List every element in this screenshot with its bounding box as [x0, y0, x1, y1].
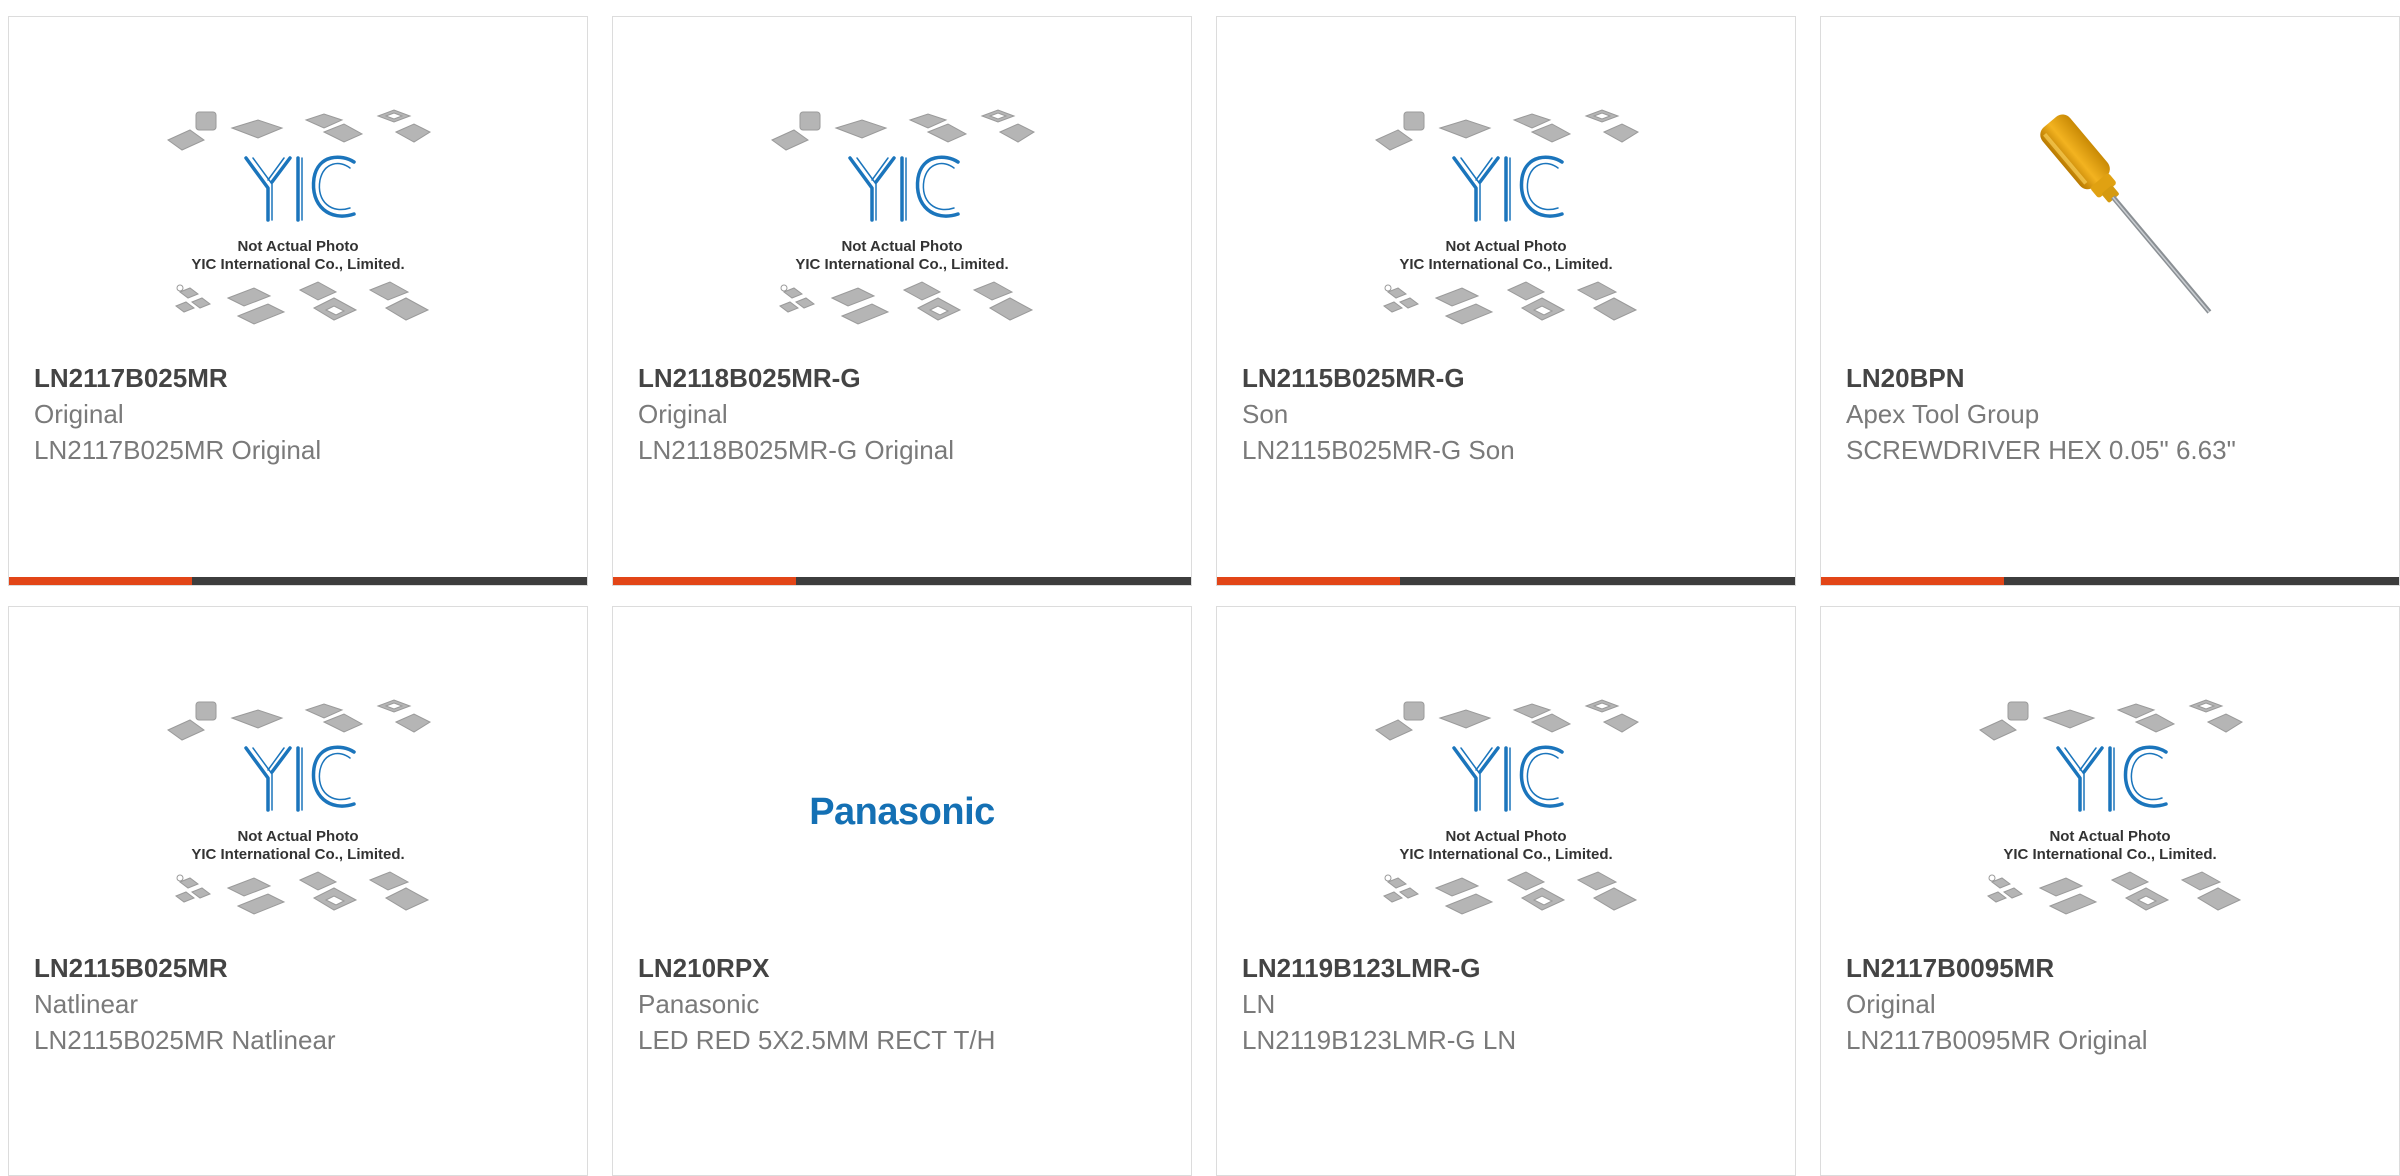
placeholder-line2: YIC International Co., Limited.	[2003, 846, 2216, 863]
description: SCREWDRIVER HEX 0.05" 6.63"	[1846, 435, 2236, 465]
screwdriver-icon	[2040, 114, 2212, 314]
product-card[interactable]: LN20BPN Apex Tool Group SCREWDRIVER HEX …	[1820, 16, 2400, 586]
description: LN2117B0095MR Original	[1846, 1025, 2148, 1055]
description: LN2115B025MR-G Son	[1242, 435, 1515, 465]
yic-placeholder-icon: Not Actual Photo YIC International Co., …	[166, 108, 432, 326]
part-number[interactable]: LN2118B025MR-G	[638, 360, 1171, 396]
placeholder-line2: YIC International Co., Limited.	[795, 256, 1008, 273]
description: LN2117B025MR Original	[34, 435, 322, 465]
product-image: Not Actual Photo YIC International Co., …	[613, 77, 1191, 367]
manufacturer: Panasonic	[638, 989, 760, 1019]
product-image: Not Actual Photo YIC International Co., …	[9, 77, 587, 367]
product-card[interactable]: Not Actual Photo YIC International Co., …	[8, 16, 588, 586]
part-number[interactable]: LN2117B025MR	[34, 360, 567, 396]
placeholder-line1: Not Actual Photo	[237, 238, 358, 255]
card-accent-bar	[613, 577, 796, 585]
card-footer-bar	[1217, 577, 1795, 585]
yic-placeholder-icon: Not Actual Photo YIC International Co., …	[770, 108, 1036, 326]
description: LN2119B123LMR-G LN	[1242, 1025, 1517, 1055]
manufacturer: LN	[1242, 989, 1276, 1019]
description: LED RED 5X2.5MM RECT T/H	[638, 1025, 996, 1055]
manufacturer: Apex Tool Group	[1846, 399, 2040, 429]
product-grid: Not Actual Photo YIC International Co., …	[8, 16, 2400, 1176]
manufacturer: Original	[34, 399, 124, 429]
manufacturer: Original	[638, 399, 728, 429]
product-card[interactable]: Not Actual Photo YIC International Co., …	[1820, 606, 2400, 1176]
placeholder-line1: Not Actual Photo	[1445, 238, 1566, 255]
description: LN2115B025MR Natlinear	[34, 1025, 336, 1055]
product-card[interactable]: Not Actual Photo YIC International Co., …	[612, 16, 1192, 586]
product-image	[1821, 77, 2399, 367]
card-accent-bar	[9, 577, 192, 585]
product-image: Not Actual Photo YIC International Co., …	[1217, 667, 1795, 957]
product-card[interactable]: Not Actual Photo YIC International Co., …	[1216, 606, 1796, 1176]
placeholder-line1: Not Actual Photo	[237, 828, 358, 845]
placeholder-line2: YIC International Co., Limited.	[191, 846, 404, 863]
product-image: Not Actual Photo YIC International Co., …	[1821, 667, 2399, 957]
part-number[interactable]: LN2119B123LMR-G	[1242, 950, 1775, 986]
product-card[interactable]: Not Actual Photo YIC International Co., …	[8, 606, 588, 1176]
card-footer-bar	[1821, 577, 2399, 585]
placeholder-line1: Not Actual Photo	[2049, 828, 2170, 845]
placeholder-line2: YIC International Co., Limited.	[1399, 256, 1612, 273]
product-card[interactable]: Panasonic LN210RPX Panasonic LED RED 5X2…	[612, 606, 1192, 1176]
panasonic-logo: Panasonic	[809, 790, 995, 833]
placeholder-line2: YIC International Co., Limited.	[1399, 846, 1612, 863]
yic-placeholder-icon: Not Actual Photo YIC International Co., …	[166, 698, 432, 916]
yic-placeholder-icon: Not Actual Photo YIC International Co., …	[1978, 698, 2244, 916]
manufacturer: Son	[1242, 399, 1289, 429]
part-number[interactable]: LN20BPN	[1846, 360, 2379, 396]
manufacturer: Original	[1846, 989, 1936, 1019]
yic-placeholder-icon: Not Actual Photo YIC International Co., …	[1374, 698, 1640, 916]
part-number[interactable]: LN2115B025MR-G	[1242, 360, 1775, 396]
product-image: Not Actual Photo YIC International Co., …	[1217, 77, 1795, 367]
product-card[interactable]: Not Actual Photo YIC International Co., …	[1216, 16, 1796, 586]
description: LN2118B025MR-G Original	[638, 435, 954, 465]
card-accent-bar	[1217, 577, 1400, 585]
card-footer-bar	[9, 577, 587, 585]
product-image: Not Actual Photo YIC International Co., …	[9, 667, 587, 957]
part-number[interactable]: LN2117B0095MR	[1846, 950, 2379, 986]
placeholder-line1: Not Actual Photo	[1445, 828, 1566, 845]
yic-placeholder-icon: Not Actual Photo YIC International Co., …	[1374, 108, 1640, 326]
card-accent-bar	[1821, 577, 2004, 585]
placeholder-line2: YIC International Co., Limited.	[191, 256, 404, 273]
placeholder-line1: Not Actual Photo	[841, 238, 962, 255]
product-image: Panasonic	[613, 667, 1191, 957]
manufacturer: Natlinear	[34, 989, 139, 1019]
part-number[interactable]: LN2115B025MR	[34, 950, 567, 986]
card-footer-bar	[613, 577, 1191, 585]
part-number[interactable]: LN210RPX	[638, 950, 1171, 986]
